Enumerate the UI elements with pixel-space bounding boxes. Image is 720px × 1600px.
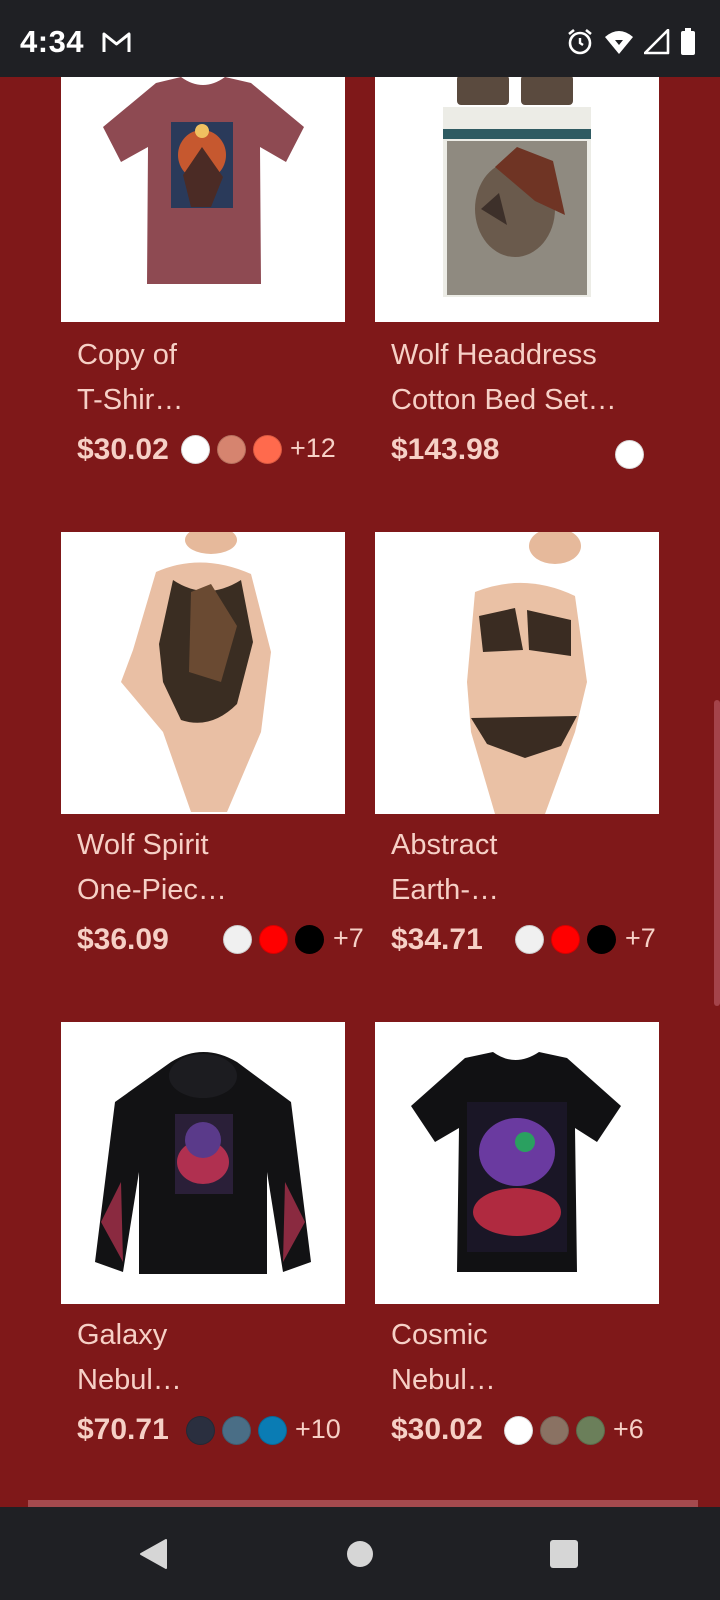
- product-image-wolf-bed-set[interactable]: [375, 77, 659, 322]
- product-price: $143.98: [391, 433, 500, 466]
- color-swatch[interactable]: [259, 925, 288, 954]
- product-price: $30.02: [77, 433, 169, 466]
- color-swatch[interactable]: [551, 925, 580, 954]
- product-image-maroon-tshirt[interactable]: [61, 77, 345, 322]
- color-swatch[interactable]: [186, 1416, 215, 1445]
- status-icons: [566, 28, 696, 56]
- home-button[interactable]: [300, 1507, 420, 1600]
- status-time: 4:34: [20, 24, 85, 59]
- color-swatch[interactable]: [217, 435, 246, 464]
- recents-icon: [550, 1539, 578, 1568]
- color-swatch[interactable]: [540, 1416, 569, 1445]
- color-swatch[interactable]: [587, 925, 616, 954]
- product-price: $36.09: [77, 923, 169, 956]
- scrollbar[interactable]: [714, 700, 720, 1006]
- product-image-abstract-bikini[interactable]: [375, 532, 659, 814]
- color-swatch[interactable]: [576, 1416, 605, 1445]
- color-swatch[interactable]: [258, 1416, 287, 1445]
- color-swatch[interactable]: [223, 925, 252, 954]
- product-card[interactable]: Wolf Headdress Cotton Bed Set… $143.98: [375, 77, 659, 507]
- signal-icon: [644, 29, 670, 55]
- product-price: $34.71: [391, 923, 483, 956]
- back-icon: [140, 1538, 167, 1569]
- home-icon: [347, 1540, 373, 1567]
- more-colors-count: +10: [295, 1414, 341, 1444]
- battery-icon: [681, 28, 695, 55]
- navigation-bar: [0, 1507, 720, 1600]
- product-card[interactable]: Wolf Spirit One-Piec… $36.09 +7: [61, 532, 364, 962]
- color-swatch[interactable]: [181, 435, 210, 464]
- color-swatch[interactable]: [295, 925, 324, 954]
- product-image-galaxy-hoodie[interactable]: [61, 1022, 345, 1304]
- color-swatch[interactable]: [515, 925, 544, 954]
- gmail-icon: [102, 32, 131, 52]
- product-title[interactable]: Wolf Spirit One-Piec…: [77, 823, 341, 913]
- alarm-icon: [568, 28, 592, 55]
- wifi-icon: [605, 31, 633, 54]
- product-card[interactable]: Cosmic Nebul… $30.02 +6: [375, 1022, 659, 1452]
- product-price: $70.71: [77, 1413, 169, 1446]
- product-title[interactable]: Cosmic Nebul…: [391, 1313, 655, 1403]
- more-colors-count: +12: [290, 433, 336, 463]
- more-colors-count: +7: [333, 923, 364, 953]
- section-divider: [28, 1500, 698, 1507]
- more-colors-count: +7: [625, 923, 656, 953]
- more-colors-count: +6: [613, 1414, 644, 1444]
- status-bar: 4:34: [0, 0, 720, 77]
- color-swatch[interactable]: [615, 440, 644, 469]
- product-price: $30.02: [391, 1413, 483, 1446]
- color-swatch[interactable]: [222, 1416, 251, 1445]
- product-title[interactable]: Abstract Earth-…: [391, 823, 655, 913]
- product-title[interactable]: Galaxy Nebul…: [77, 1313, 341, 1403]
- product-card[interactable]: Galaxy Nebul… $70.71 +10: [61, 1022, 345, 1452]
- recents-button[interactable]: [504, 1507, 624, 1600]
- product-card[interactable]: Copy of T-Shir… $30.02 +12: [61, 77, 345, 507]
- product-image-wolf-swimsuit[interactable]: [61, 532, 345, 814]
- back-button[interactable]: [93, 1507, 213, 1600]
- product-image-cosmic-tshirt[interactable]: [375, 1022, 659, 1304]
- color-swatch[interactable]: [253, 435, 282, 464]
- product-title[interactable]: Wolf Headdress Cotton Bed Set…: [391, 333, 655, 423]
- product-card[interactable]: Abstract Earth-… $34.71 +7: [375, 532, 659, 962]
- color-swatch[interactable]: [504, 1416, 533, 1445]
- product-grid[interactable]: Copy of T-Shir… $30.02 +12 Wolf Headdres…: [0, 77, 720, 1507]
- product-title[interactable]: Copy of T-Shir…: [77, 333, 341, 423]
